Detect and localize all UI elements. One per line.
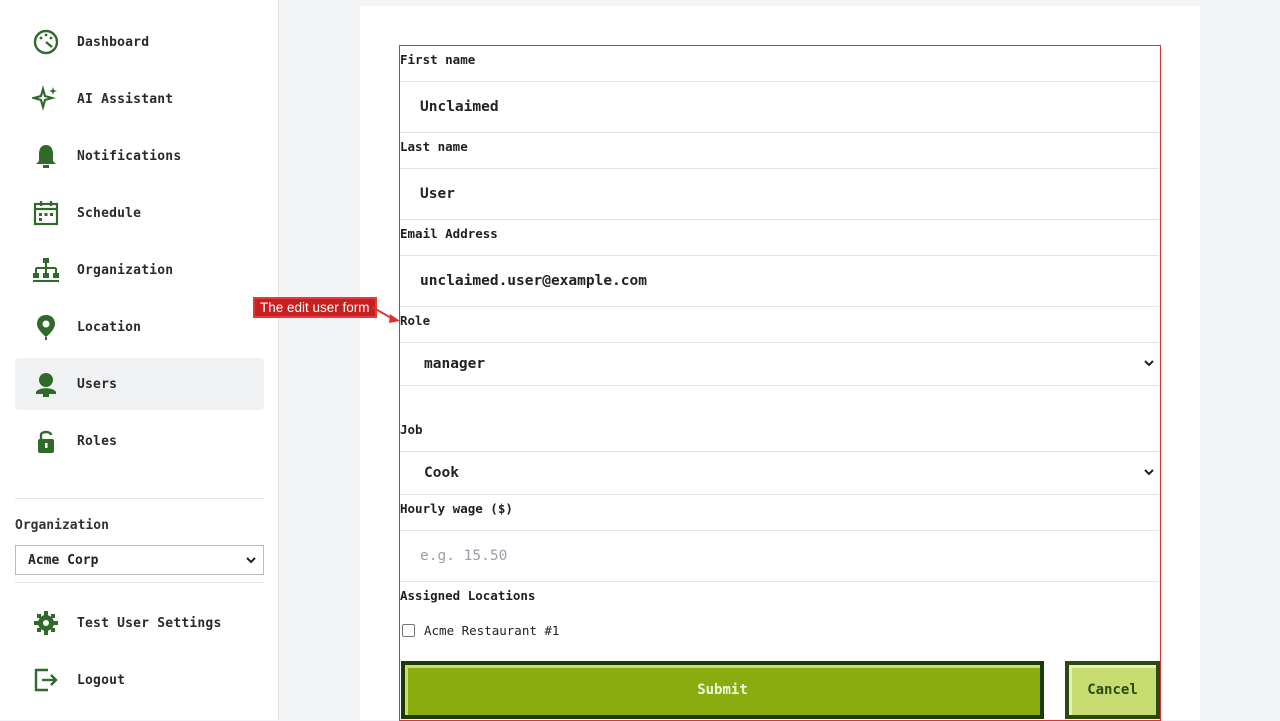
sidebar-item-label: Test User Settings [77, 615, 222, 631]
sidebar-item-label: AI Assistant [77, 91, 174, 107]
role-select[interactable]: manager [400, 342, 1159, 386]
org-chart-icon [31, 255, 61, 285]
logout-icon [31, 665, 61, 695]
location-pin-icon [31, 312, 61, 342]
location-checkbox-row[interactable]: Acme Restaurant #1 [400, 623, 559, 638]
first-name-value: Unclaimed [420, 99, 499, 115]
annotation-arrow-icon [372, 306, 400, 323]
edit-user-form: First name Unclaimed Last name User Emai… [399, 45, 1161, 721]
sidebar-item-label: Notifications [77, 148, 182, 164]
assigned-locations-label: Assigned Locations [400, 588, 536, 603]
hourly-wage-placeholder: e.g. 15.50 [420, 548, 508, 564]
sidebar-item-label: Organization [77, 262, 174, 278]
hourly-wage-input[interactable]: e.g. 15.50 [400, 530, 1159, 582]
role-label: Role [400, 313, 431, 328]
sidebar-item-ai-assistant[interactable]: AI Assistant [15, 73, 264, 125]
sidebar: Dashboard AI Assistant Notifications Sch… [0, 0, 279, 720]
submit-button[interactable]: Submit [401, 661, 1044, 719]
organization-select[interactable]: Acme Corp [15, 545, 264, 575]
chevron-down-icon [1143, 357, 1155, 373]
email-value: unclaimed.user@example.com [420, 273, 647, 289]
sidebar-item-roles[interactable]: Roles [15, 415, 264, 467]
sidebar-item-label: Logout [77, 672, 126, 688]
email-label: Email Address [400, 226, 498, 241]
cancel-button[interactable]: Cancel [1065, 661, 1160, 719]
location-checkbox[interactable] [402, 624, 415, 637]
sidebar-divider [15, 498, 264, 499]
sidebar-item-dashboard[interactable]: Dashboard [15, 16, 264, 68]
annotation-label: The edit user form [253, 297, 377, 318]
first-name-label: First name [400, 52, 476, 67]
job-select[interactable]: Cook [400, 451, 1159, 495]
user-icon [31, 369, 61, 399]
dashboard-icon [31, 27, 61, 57]
role-select-value: manager [424, 356, 486, 372]
sidebar-item-partial[interactable] [15, 472, 264, 492]
lock-icon [31, 426, 61, 456]
sidebar-item-users[interactable]: Users [15, 358, 264, 410]
chevron-down-icon [1143, 466, 1155, 482]
last-name-input[interactable]: User [400, 168, 1159, 220]
sidebar-item-logout[interactable]: Logout [15, 654, 264, 706]
first-name-input[interactable]: Unclaimed [400, 81, 1159, 133]
briefcase-icon [31, 483, 61, 492]
bell-icon [31, 141, 61, 171]
location-checkbox-label: Acme Restaurant #1 [424, 623, 560, 638]
sidebar-item-label: Roles [77, 433, 118, 449]
sidebar-item-settings[interactable]: Test User Settings [15, 597, 264, 649]
sparkle-icon [31, 84, 61, 114]
job-select-value: Cook [424, 465, 459, 481]
chevron-down-icon [245, 554, 257, 570]
calendar-icon [31, 198, 61, 228]
last-name-label: Last name [400, 139, 468, 154]
sidebar-divider [15, 582, 264, 583]
organization-select-value: Acme Corp [28, 552, 99, 568]
sidebar-item-label: Users [77, 376, 118, 392]
sidebar-item-label: Dashboard [77, 34, 150, 50]
sidebar-item-organization[interactable]: Organization [15, 244, 264, 296]
sidebar-item-notifications[interactable]: Notifications [15, 130, 264, 182]
sidebar-item-schedule[interactable]: Schedule [15, 187, 264, 239]
organization-label: Organization [15, 518, 109, 533]
sidebar-item-location[interactable]: Location [15, 301, 264, 353]
gear-icon [31, 608, 61, 638]
last-name-value: User [420, 186, 455, 202]
sidebar-nav[interactable]: Dashboard AI Assistant Notifications Sch… [0, 0, 279, 492]
hourly-wage-label: Hourly wage ($) [400, 501, 513, 516]
sidebar-item-label: Location [77, 319, 142, 335]
job-label: Job [400, 422, 423, 437]
sidebar-item-label: Schedule [77, 205, 142, 221]
email-input[interactable]: unclaimed.user@example.com [400, 255, 1159, 307]
